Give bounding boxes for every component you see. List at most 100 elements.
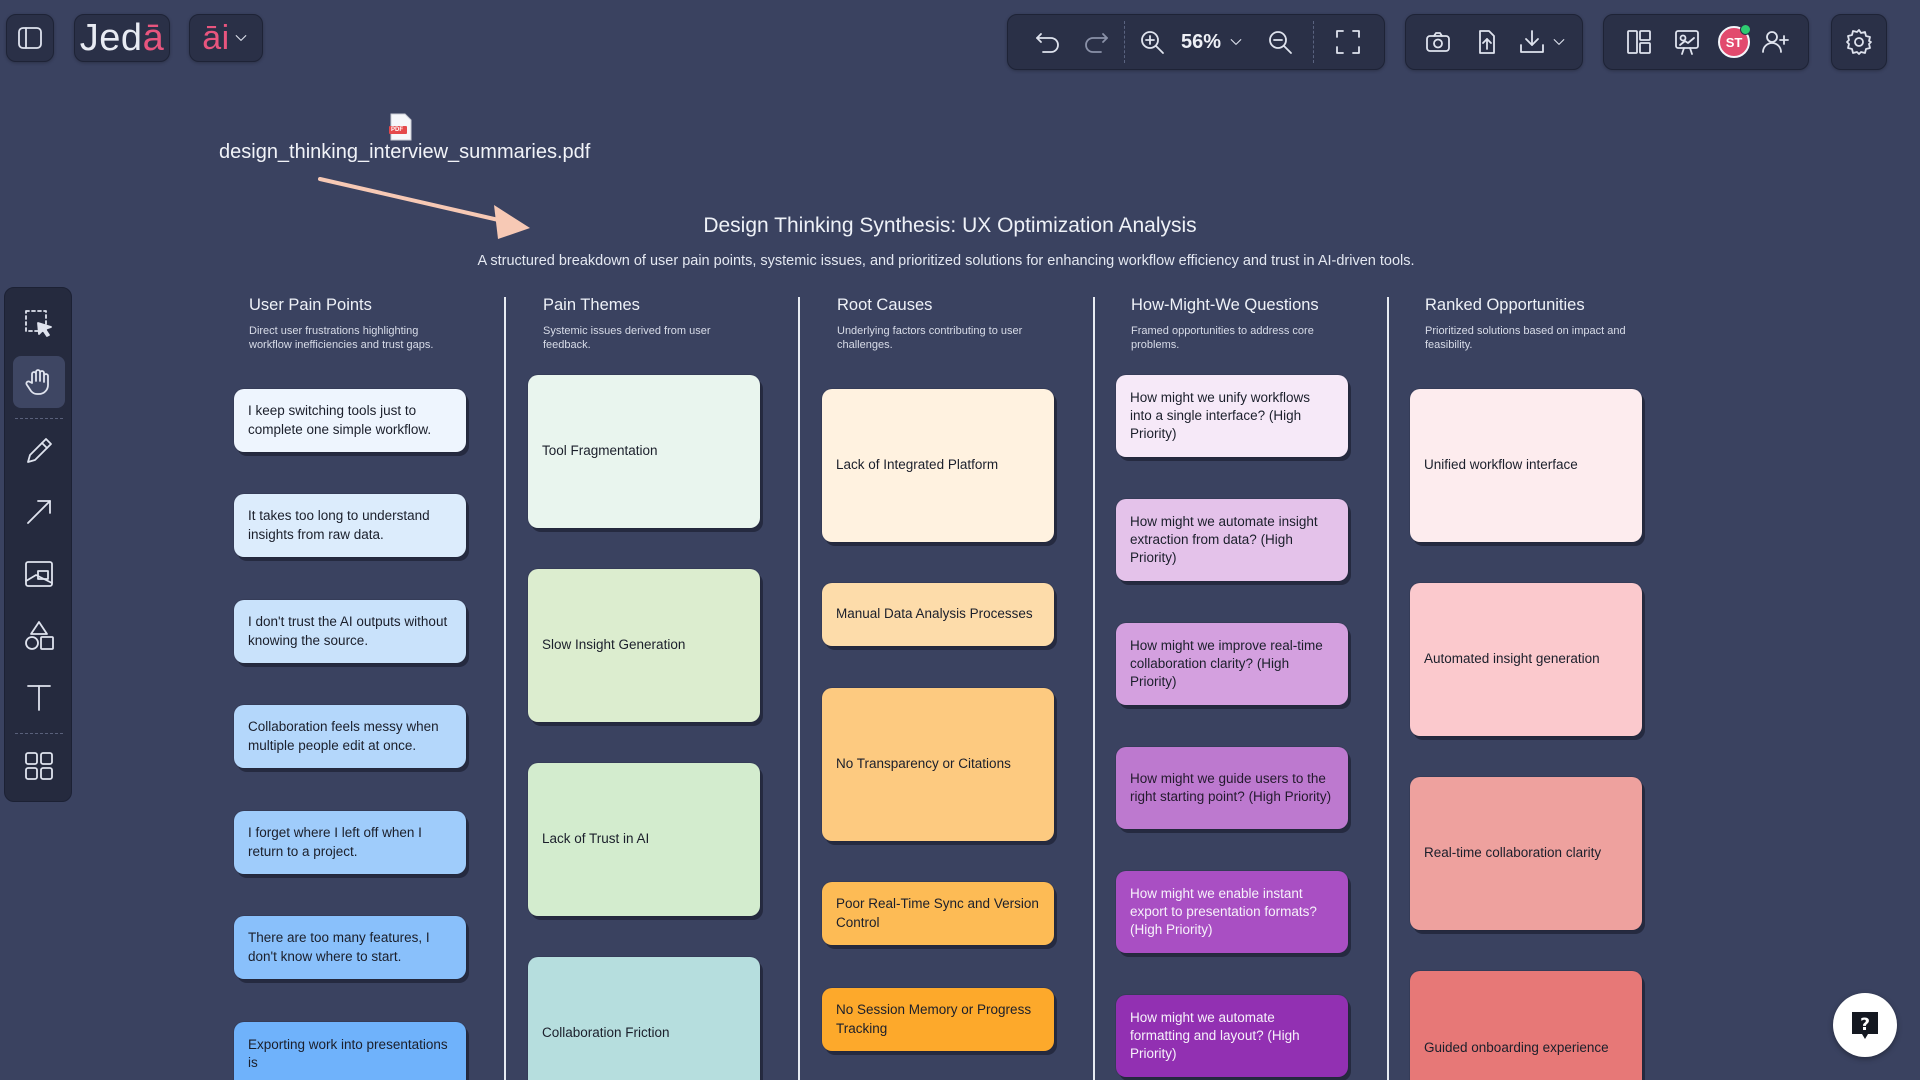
column-divider [1093,297,1095,1080]
sticky-note[interactable]: Slow Insight Generation [528,569,760,722]
column-description: Underlying factors contributing to user … [837,325,1023,352]
select-tool[interactable] [13,298,65,350]
sticky-note[interactable]: Unified workflow interface [1410,389,1642,542]
sticky-note[interactable]: There are too many features, I don't kno… [234,916,466,979]
column-description: Framed opportunities to address core pro… [1131,325,1314,352]
pencil-icon [27,438,52,463]
board-subtitle: A structured breakdown of user pain poin… [477,253,1415,269]
sticky-note[interactable]: Lack of Integrated Platform [822,389,1054,542]
fit-screen-icon[interactable] [1328,27,1368,57]
column-title: Root Causes [837,296,933,314]
zoom-in-icon[interactable] [1133,27,1171,57]
sticky-note[interactable]: Tool Fragmentation [528,375,760,528]
ai-menu-button[interactable]: āi [189,14,263,62]
zoom-out-icon[interactable] [1261,27,1299,57]
divider [15,418,63,419]
column-header-opportunities: Ranked Opportunities Prioritized solutio… [1425,296,1665,353]
undo-icon[interactable] [1028,27,1068,57]
presentation-icon[interactable] [1670,27,1704,57]
board-title: Design Thinking Synthesis: UX Optimizati… [703,214,1197,237]
column-title: User Pain Points [249,296,372,314]
app-logo[interactable]: Jedā [74,14,170,62]
logo-main: Jed [79,16,143,59]
online-indicator [1740,24,1751,35]
avatar-initials: ST [1725,34,1743,50]
help-button[interactable]: ? [1833,993,1897,1057]
sticky-note[interactable]: No Transparency or Citations [822,688,1054,841]
text-icon [27,685,51,711]
text-tool[interactable] [13,671,65,723]
sticky-note[interactable]: Collaboration Friction [528,957,760,1080]
divider [1313,21,1315,63]
download-icon[interactable] [1514,27,1550,57]
logo-accent: ā [142,16,165,59]
layout-icon[interactable] [1622,27,1656,57]
sticky-note[interactable]: Lack of Trust in AI [528,763,760,916]
edit-zoom-toolbar: 56% [1007,14,1385,70]
settings-button[interactable] [1831,14,1887,70]
zoom-level-dropdown[interactable]: 56% [1181,31,1221,54]
sidebar-toggle-button[interactable] [6,14,54,62]
sticky-note[interactable]: How might we automate insight extraction… [1116,499,1348,581]
chevron-down-icon[interactable] [1550,33,1568,51]
column-title: How-Might-We Questions [1131,296,1319,314]
ai-label: āi [202,18,230,57]
sticky-note[interactable]: Automated insight generation [1410,583,1642,736]
column-header-pain-themes: Pain Themes Systemic issues derived from… [543,296,783,353]
column-header-root-causes: Root Causes Underlying factors contribut… [837,296,1077,353]
sticky-note[interactable]: How might we automate formatting and lay… [1116,995,1348,1077]
upload-icon[interactable] [1468,27,1504,57]
column-divider [798,297,800,1080]
sticky-note[interactable]: It takes too long to understand insights… [234,494,466,557]
select-icon [25,310,52,337]
sticky-note[interactable]: How might we unify workflows into a sing… [1116,375,1348,457]
hand-tool[interactable] [13,356,65,408]
shapes-tool[interactable] [13,610,65,662]
svg-text:?: ? [1860,1015,1870,1035]
sticky-note[interactable]: Manual Data Analysis Processes [822,583,1054,646]
hand-icon [25,369,49,395]
column-header-hmw: How-Might-We Questions Framed opportunit… [1131,296,1371,353]
sticky-note[interactable]: Exporting work into presentations is [234,1022,466,1080]
avatar[interactable]: ST [1718,24,1751,58]
sticky-note[interactable]: Guided onboarding experience [1410,971,1642,1080]
sticky-note[interactable]: How might we improve real-time collabora… [1116,623,1348,705]
apps-icon [25,752,53,780]
column-title: Pain Themes [543,296,640,314]
gear-icon [1844,27,1874,57]
sticky-note[interactable]: Poor Real-Time Sync and Version Control [822,882,1054,945]
column-divider [504,297,506,1080]
image-tool[interactable] [13,548,65,600]
help-icon: ? [1852,1012,1878,1039]
apps-tool[interactable] [13,740,65,792]
arrow-icon [27,500,51,524]
pdf-file-name: design_thinking_interview_summaries.pdf [219,141,591,163]
sticky-note[interactable]: I keep switching tools just to complete … [234,389,466,452]
sticky-note[interactable]: I forget where I left off when I return … [234,811,466,874]
sticky-note[interactable]: How might we guide users to the right st… [1116,747,1348,829]
sticky-note[interactable]: How might we enable instant export to pr… [1116,871,1348,953]
pencil-tool[interactable] [13,425,65,477]
collaboration-toolbar: ST [1603,14,1809,70]
column-divider [1387,297,1389,1080]
column-description: Direct user frustrations highlighting wo… [249,325,434,352]
chevron-down-icon [232,29,250,47]
camera-icon[interactable] [1420,27,1456,57]
redo-icon[interactable] [1076,27,1116,57]
sidebar-toggle-icon [15,23,45,53]
sticky-note[interactable]: No Session Memory or Progress Tracking [822,988,1054,1051]
chevron-down-icon[interactable] [1227,33,1245,51]
sticky-note[interactable]: I don't trust the AI outputs without kno… [234,600,466,663]
column-description: Systemic issues derived from user feedba… [543,325,711,352]
pdf-badge: PDF [391,127,403,133]
image-icon [25,561,53,587]
column-title: Ranked Opportunities [1425,296,1585,314]
divider [1124,21,1125,63]
column-header-pain-points: User Pain Points Direct user frustration… [249,296,489,353]
shapes-icon [25,621,54,650]
arrow-tool[interactable] [13,486,65,538]
sticky-note[interactable]: Real-time collaboration clarity [1410,777,1642,930]
sticky-note[interactable]: Collaboration feels messy when multiple … [234,705,466,768]
divider [15,733,63,734]
add-user-icon[interactable] [1758,27,1792,57]
